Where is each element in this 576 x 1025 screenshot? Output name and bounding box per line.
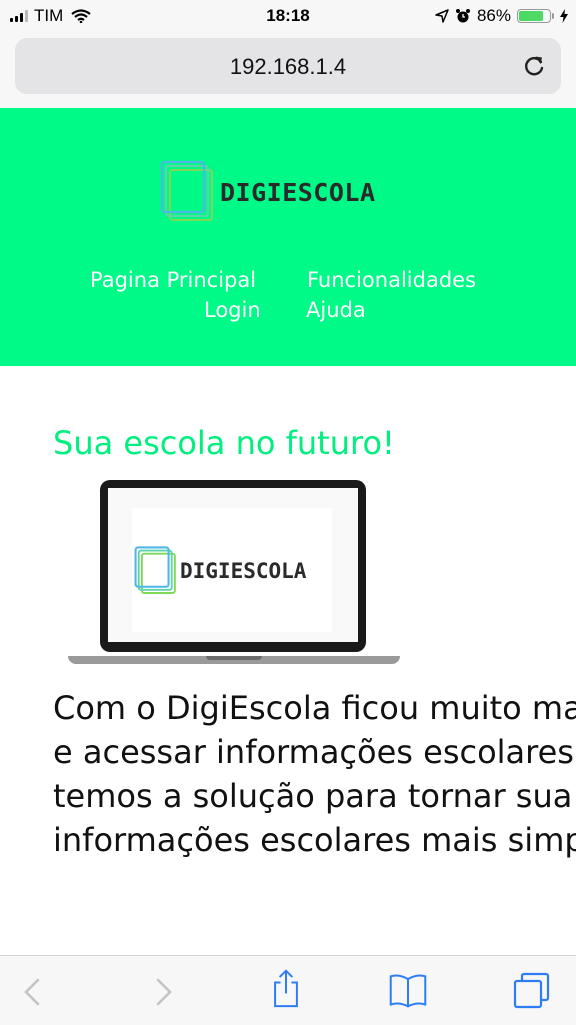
- share-icon[interactable]: [266, 968, 306, 1008]
- nav-link-features[interactable]: Funcionalidades: [307, 268, 476, 292]
- paragraph-line: e acessar informações escolares: [53, 733, 574, 771]
- paragraph-line: Com o DigiEscola ficou muito ma: [53, 689, 576, 727]
- logo-wordmark: DIGIESCOLA: [220, 177, 376, 207]
- forward-icon[interactable]: [142, 972, 182, 1012]
- paragraph-line: temos a solução para tornar sua: [53, 777, 573, 815]
- browser-toolbar: [0, 955, 576, 1025]
- battery-nub: [552, 13, 554, 19]
- logo-pages-icon: [134, 546, 176, 594]
- laptop-logo: DIGIESCOLA: [134, 544, 306, 598]
- paragraph-line: informações escolares mais simp: [53, 821, 576, 859]
- site-logo[interactable]: DIGIESCOLA: [160, 160, 420, 224]
- alarm-icon: [455, 9, 470, 23]
- bookmarks-icon[interactable]: [388, 970, 428, 1010]
- nav-link-help[interactable]: Ajuda: [306, 298, 366, 322]
- page-headline: Sua escola no futuro!: [53, 424, 395, 462]
- status-bar: TIM 18:18 86%: [0, 0, 576, 34]
- site-header: DIGIESCOLA Pagina Principal Funcionalida…: [0, 108, 576, 366]
- tabs-icon[interactable]: [512, 970, 552, 1010]
- nav-link-login[interactable]: Login: [204, 298, 261, 322]
- intro-paragraph: Com o DigiEscola ficou muito ma e acessa…: [53, 686, 576, 862]
- nav-link-home[interactable]: Pagina Principal: [90, 268, 256, 292]
- laptop-illustration: DIGIESCOLA: [68, 478, 400, 668]
- location-arrow-icon: [435, 9, 449, 23]
- address-bar[interactable]: 192.168.1.4: [15, 38, 561, 94]
- charging-bolt-icon: [560, 9, 568, 23]
- battery-icon: [517, 9, 551, 23]
- browser-address-area: 192.168.1.4: [0, 34, 576, 108]
- logo-pages-icon: [160, 160, 213, 221]
- laptop-logo-wordmark: DIGIESCOLA: [180, 559, 307, 583]
- url-text[interactable]: 192.168.1.4: [15, 54, 561, 80]
- status-right: 86%: [435, 6, 568, 26]
- back-icon[interactable]: [14, 972, 54, 1012]
- reload-icon[interactable]: [521, 53, 547, 79]
- battery-percent: 86%: [476, 6, 511, 25]
